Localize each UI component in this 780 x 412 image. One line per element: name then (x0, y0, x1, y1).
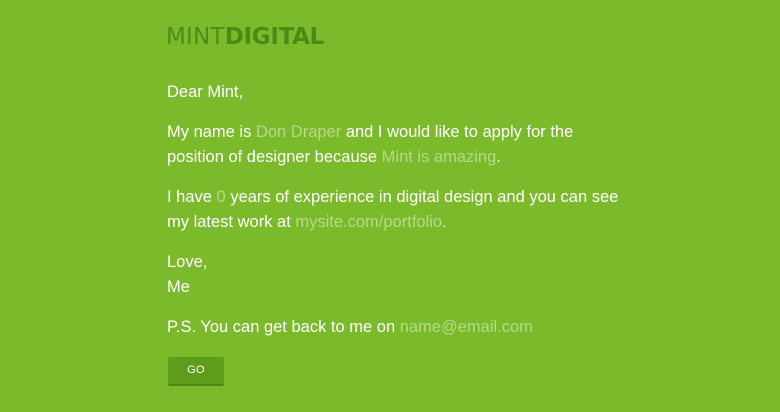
brand-logo: MINTDIGITAL (166, 24, 324, 50)
closing-line-love: Love, (167, 253, 208, 271)
portfolio-url-field[interactable]: mysite.com/portfolio (295, 213, 442, 231)
logo-part-digital: DIGITAL (224, 24, 325, 50)
letter-intro-paragraph: My name is Don Draper and I would like t… (167, 120, 627, 170)
letter-experience-paragraph: I have 0 years of experience in digital … (167, 185, 627, 235)
letter-postscript: P.S. You can get back to me on name@emai… (167, 315, 533, 340)
experience-prefix-text: I have (167, 188, 217, 206)
closing-line-signature: Me (167, 278, 190, 296)
letter-greeting: Dear Mint, (167, 83, 244, 101)
reason-field[interactable]: Mint is amazing (382, 148, 497, 166)
name-field[interactable]: Don Draper (256, 123, 341, 141)
intro-prefix-text: My name is (167, 123, 256, 141)
logo-part-mint: MINT (166, 24, 225, 50)
ps-prefix-text: P.S. You can get back to me on (167, 318, 400, 336)
intro-suffix-text: . (496, 148, 501, 166)
go-submit-button[interactable]: GO (168, 357, 224, 384)
years-field[interactable]: 0 (217, 188, 226, 206)
email-field[interactable]: name@email.com (400, 318, 533, 336)
experience-suffix-text: . (442, 213, 447, 231)
letter-closing: Love, Me (167, 250, 207, 300)
